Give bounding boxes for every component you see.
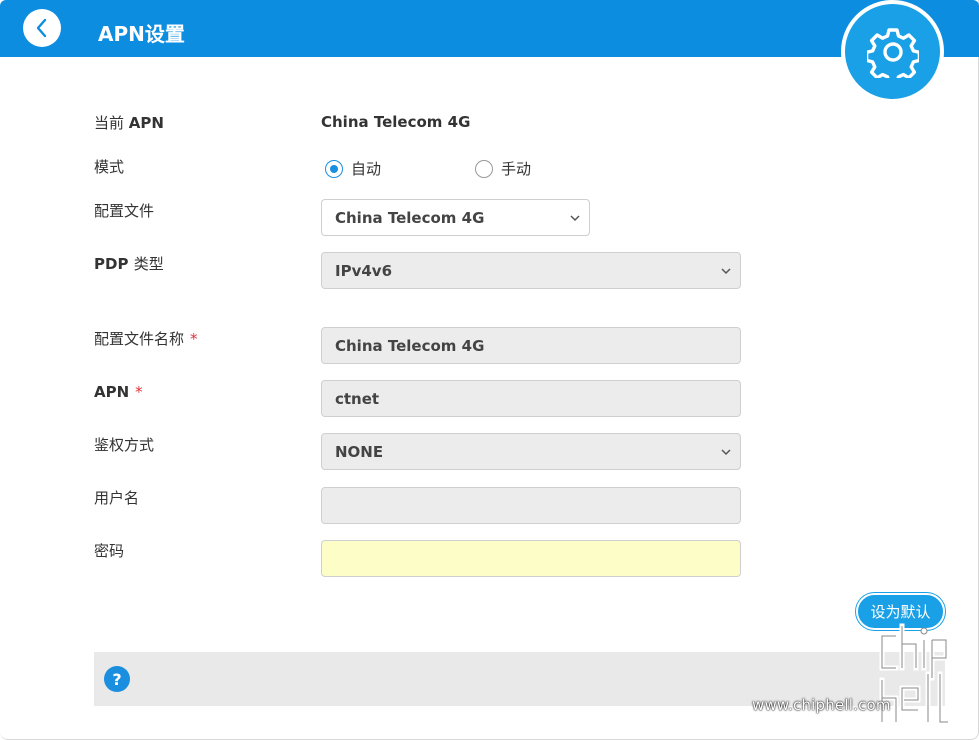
chevron-down-icon [721, 449, 731, 456]
password-input[interactable] [321, 540, 741, 577]
radio-checked-icon [325, 159, 343, 178]
profile-select-value: China Telecom 4G [335, 208, 485, 227]
pdp-type-select-value: IPv4v6 [335, 261, 393, 280]
profile-name-label-text: 配置文件名称 [94, 330, 185, 348]
profile-select[interactable]: China Telecom 4G [321, 199, 590, 236]
password-label: 密码 [94, 542, 125, 560]
current-apn-label-prefix: 当前 [94, 114, 125, 132]
profile-label: 配置文件 [94, 202, 155, 220]
profile-name-value: China Telecom 4G [335, 336, 485, 355]
radio-unchecked-icon [475, 159, 493, 178]
apn-value: ctnet [335, 389, 380, 408]
chevron-down-icon [570, 215, 580, 222]
gear-icon [866, 27, 919, 78]
apn-input[interactable]: ctnet [321, 380, 741, 417]
auth-label: 鉴权方式 [94, 436, 155, 454]
chiphell-watermark-logo [879, 623, 951, 725]
required-mark: * [190, 330, 198, 348]
chevron-down-icon [721, 268, 731, 275]
page-frame [0, 0, 979, 740]
current-apn-label: 当前 APN [94, 113, 164, 133]
settings-badge [841, 0, 944, 103]
username-label: 用户名 [94, 489, 140, 507]
current-apn-label-suffix: APN [128, 114, 164, 132]
chevron-left-icon [36, 18, 47, 38]
mode-auto-radio[interactable]: 自动 [325, 158, 381, 179]
mode-auto-label: 自动 [351, 160, 382, 178]
question-icon[interactable]: ? [104, 666, 130, 692]
pdp-type-label-suffix: 类型 [133, 255, 164, 273]
auth-select-value: NONE [335, 442, 384, 461]
back-button[interactable] [23, 9, 61, 47]
username-input[interactable] [321, 487, 741, 524]
mode-manual-radio[interactable]: 手动 [475, 158, 531, 179]
pdp-type-label-prefix: PDP [94, 255, 129, 273]
mode-manual-label: 手动 [501, 160, 532, 178]
required-mark: * [135, 383, 143, 401]
apn-label: APN * [94, 382, 143, 402]
pdp-type-select[interactable]: IPv4v6 [321, 252, 741, 289]
apn-label-text: APN [94, 383, 130, 401]
header-bar: APN设置 [0, 0, 979, 57]
profile-name-label: 配置文件名称 * [94, 329, 198, 349]
auth-select[interactable]: NONE [321, 433, 741, 470]
mode-label: 模式 [94, 158, 125, 176]
watermark-url: www.chiphell.com [752, 696, 891, 714]
current-apn-value: China Telecom 4G [321, 113, 471, 131]
pdp-type-label: PDP 类型 [94, 254, 164, 274]
page-title: APN设置 [98, 22, 185, 46]
profile-name-input[interactable]: China Telecom 4G [321, 327, 741, 364]
